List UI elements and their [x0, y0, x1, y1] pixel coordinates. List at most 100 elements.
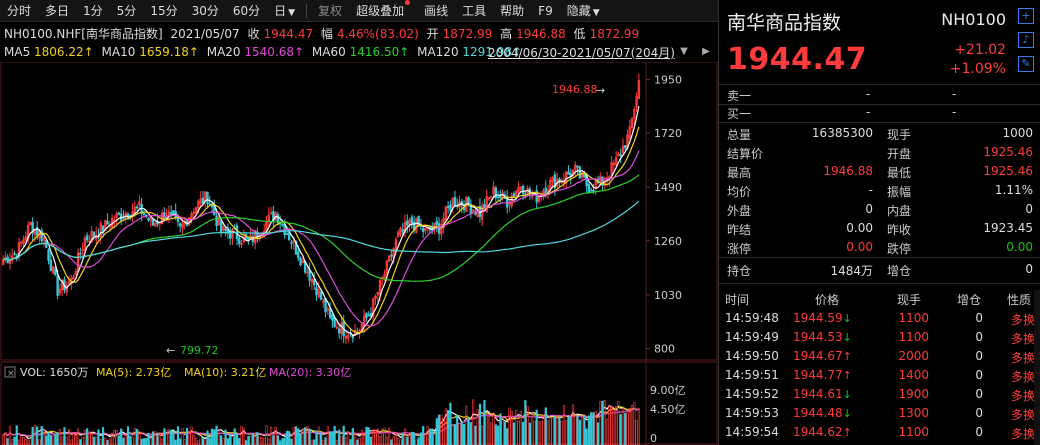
date-range-selector[interactable]: 2004/06/30-2021/05/07(204月) [488, 44, 675, 61]
volume-bar [553, 415, 556, 445]
volume-bar [49, 435, 52, 445]
stats-row: 昨结 0.00 昨收 1923.45 [719, 220, 1040, 238]
stat-value: 1.11% [994, 183, 1033, 197]
date-label: 2021/05/07 [170, 27, 240, 41]
y-tick-label: 1490 [654, 181, 682, 194]
candle-body [299, 257, 302, 266]
candle-body [219, 221, 223, 233]
volume-bar [503, 421, 507, 445]
vol-ma5-label: MA(5): 2.73亿 [96, 366, 171, 379]
volume-bar [86, 428, 89, 445]
candle-body [544, 187, 547, 195]
volume-bar [540, 421, 543, 445]
tick-vol: 1100 [898, 425, 929, 439]
candle-body [147, 218, 150, 221]
tick-row[interactable]: 14:59:49 1944.53↓ 1100 0 多换 [719, 328, 1040, 348]
volume-bar [512, 422, 516, 445]
chevron-right-icon[interactable]: ▶ [698, 44, 714, 60]
y-tick-label: 1950 [654, 73, 682, 86]
tick-row[interactable]: 14:59:52 1944.61↓ 1900 0 多换 [719, 385, 1040, 405]
super-overlay-button[interactable]: 超级叠加 [349, 0, 417, 22]
ticks-scrollbar[interactable] [1034, 290, 1040, 445]
ask1-row: 卖一 - - [719, 86, 1040, 104]
stats-row: 均价 - 振幅 1.11% [719, 182, 1040, 200]
period-tab-30min[interactable]: 30分 [185, 0, 226, 22]
volume-bar [528, 422, 531, 445]
volume-bar [304, 427, 307, 445]
period-tab-multiday[interactable]: 多日 [38, 0, 76, 22]
candle-body [619, 154, 622, 157]
period-tab-60min[interactable]: 60分 [226, 0, 267, 22]
edit-icon[interactable]: ✎ [1018, 56, 1034, 72]
plus-icon[interactable]: + [1018, 8, 1034, 24]
chevron-down-icon[interactable]: ▼ [676, 44, 692, 60]
tick-row[interactable]: 14:59:48 1944.59↓ 1100 0 多换 [719, 309, 1040, 329]
chevron-down-icon: ▼ [288, 7, 296, 18]
volume-bar [542, 415, 545, 445]
volume-bar [453, 424, 457, 445]
candle-body [328, 308, 332, 318]
volume-bar [113, 429, 116, 445]
stats-row: 涨停 0.00 跌停 0.00 [719, 239, 1040, 257]
volume-bar [388, 427, 391, 445]
period-tab-intraday[interactable]: 分时 [0, 0, 38, 22]
candle-body [106, 221, 109, 225]
draw-line-button[interactable]: 画线 [417, 0, 455, 22]
volume-bar [592, 412, 595, 445]
stat-label: 昨结 [727, 223, 752, 237]
candle-body [285, 233, 289, 236]
volume-bar [54, 434, 57, 445]
volume-bar [163, 428, 166, 445]
volume-bar [251, 432, 254, 445]
volume-bar [145, 437, 148, 445]
hold-value: 1484万 [830, 264, 873, 278]
stat-label: 最高 [727, 166, 752, 180]
volume-bar [531, 412, 534, 445]
tick-add: 0 [975, 387, 983, 401]
candle-body [281, 223, 284, 226]
tick-row[interactable]: 14:59:51 1944.77↑ 1400 0 多换 [719, 366, 1040, 386]
tick-row[interactable]: 14:59:53 1944.48↓ 1300 0 多换 [719, 404, 1040, 424]
volume-bar [174, 439, 177, 445]
candle-body [56, 275, 59, 296]
volume-bar [437, 414, 441, 445]
stat-label: 现手 [887, 128, 912, 142]
volume-bar [492, 413, 495, 445]
candle-body [315, 287, 318, 296]
volume-bar [401, 432, 404, 445]
candle-body [390, 254, 393, 257]
tools-button[interactable]: 工具 [455, 0, 493, 22]
volume-bar [456, 415, 459, 445]
volume-bar [313, 439, 316, 445]
low-label: 低 [573, 27, 586, 41]
hold-label: 持仓 [727, 264, 752, 278]
tick-row[interactable]: 14:59:54 1944.62↑ 1100 0 多换 [719, 423, 1040, 443]
period-tab-1min[interactable]: 1分 [76, 0, 110, 22]
restore-button[interactable]: 复权 [311, 0, 349, 22]
tick-row[interactable]: 14:59:50 1944.67↑ 2000 0 多换 [719, 347, 1040, 367]
f9-button[interactable]: F9 [531, 0, 560, 22]
period-tab-15min[interactable]: 15分 [143, 0, 184, 22]
volume-bar [433, 434, 436, 445]
volume-bar [612, 410, 615, 445]
ticks-header-nature: 性质 [1007, 293, 1032, 307]
bell-icon[interactable]: ♪ [1018, 32, 1034, 48]
volume-bar [269, 426, 273, 445]
stat-label: 振幅 [887, 185, 912, 199]
volume-bar [490, 422, 493, 445]
tick-nature: 多换 [1010, 389, 1035, 403]
volume-bar [135, 428, 139, 445]
help-button[interactable]: 帮助 [493, 0, 531, 22]
stat-value: 0 [1025, 202, 1033, 216]
volume-bar [637, 408, 640, 445]
ticks-header-vol: 现手 [897, 293, 922, 307]
volume-bar [285, 430, 289, 445]
volume-bar [117, 435, 121, 445]
tick-price: 1944.62↑ [793, 425, 852, 439]
hide-button[interactable]: 隐藏 ▼ [560, 0, 607, 22]
tick-price: 1944.48↓ [793, 406, 852, 420]
ma10-value: 1659.18↑ [139, 45, 199, 59]
period-tab-day[interactable]: 日 ▼ [267, 0, 302, 22]
kline-chart[interactable]: 1950 1720 1490 1260 1030 800 9.00亿 4.50亿 0 1946.… [0, 62, 718, 445]
period-tab-5min[interactable]: 5分 [110, 0, 144, 22]
